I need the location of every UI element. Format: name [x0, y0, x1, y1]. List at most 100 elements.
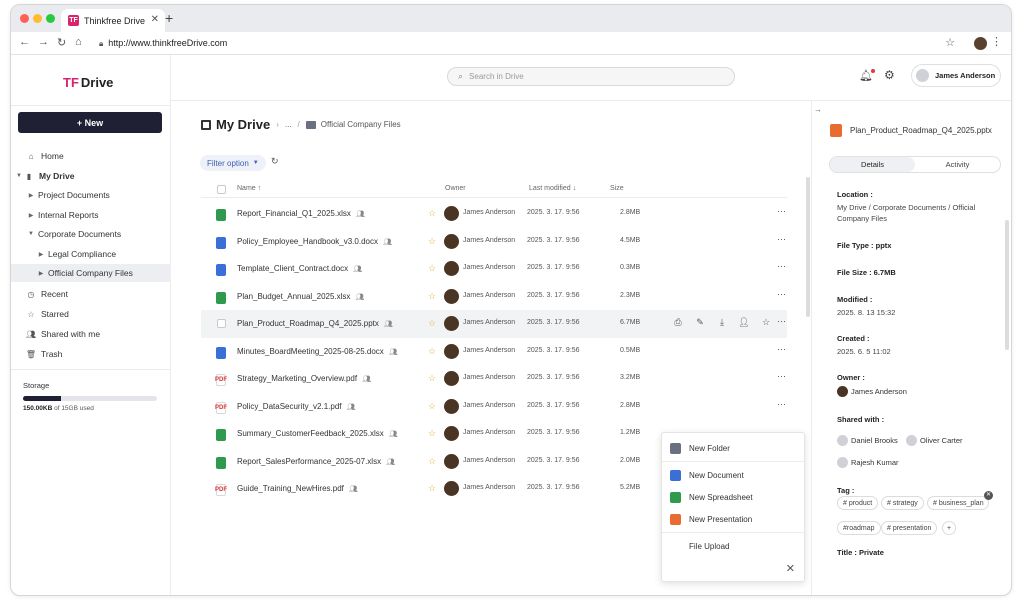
tag-chip[interactable]: # business_plan	[927, 496, 989, 510]
search-input[interactable]: ⌕ Search in Drive	[447, 67, 735, 86]
table-row[interactable]: Plan_Product_Roadmap_Q4_2025.pptx 👥︎ ☆ Jame…	[201, 310, 787, 338]
preview-icon[interactable]: ⎙	[667, 317, 689, 328]
column-name[interactable]: Name ↑	[237, 185, 261, 192]
add-tag-button[interactable]: +	[942, 521, 957, 535]
file-name[interactable]: Template_Client_Contract.docx 👥︎	[237, 264, 362, 273]
browser-profile-avatar[interactable]	[974, 37, 987, 50]
new-tab-button[interactable]: +	[165, 10, 173, 26]
file-name[interactable]: Plan_Budget_Annual_2025.xlsx 👥︎	[237, 292, 364, 301]
column-owner[interactable]: Owner	[445, 185, 466, 192]
table-row[interactable]: Policy_Employee_Handbook_v3.0.docx 👥︎ ☆ Jam…	[201, 228, 787, 256]
star-icon[interactable]: ☆	[755, 317, 777, 328]
drive-logo[interactable]: TF Drive	[63, 75, 113, 90]
star-icon[interactable]: ☆	[428, 428, 436, 439]
shared-person[interactable]: Daniel Brooks	[837, 435, 898, 446]
caret-right-icon[interactable]: ▶	[27, 212, 35, 219]
menu-item-new-folder[interactable]: New Folder	[670, 443, 730, 454]
notification-bell-icon[interactable]: 🔔︎	[859, 69, 875, 82]
caret-down-icon[interactable]: ▼	[27, 231, 35, 237]
sidebar-item-trash[interactable]: 🗑︎ Trash	[11, 345, 171, 363]
home-browser-icon[interactable]: ⌂	[75, 36, 82, 48]
menu-item-new-presentation[interactable]: New Presentation	[670, 514, 752, 525]
column-size[interactable]: Size	[610, 185, 624, 192]
close-window-button[interactable]	[20, 14, 29, 23]
star-icon[interactable]: ☆	[428, 456, 436, 467]
new-button[interactable]: + New	[18, 112, 162, 133]
more-options-icon[interactable]: ⋯	[777, 261, 786, 272]
caret-right-icon[interactable]: ▶	[37, 251, 45, 258]
reload-icon[interactable]: ↻	[57, 36, 66, 49]
file-name[interactable]: Strategy_Marketing_Overview.pdf 👥︎	[237, 374, 371, 383]
forward-icon[interactable]: →	[38, 36, 49, 48]
table-row[interactable]: Report_Financial_Q1_2025.xlsx 👥︎ ☆ James An…	[201, 200, 787, 228]
row-checkbox[interactable]	[217, 319, 226, 328]
gear-icon[interactable]: ⚙	[884, 68, 895, 82]
table-row[interactable]: Template_Client_Contract.docx 👥︎ ☆ James An…	[201, 255, 787, 283]
file-name[interactable]: Report_Financial_Q1_2025.xlsx 👥︎	[237, 209, 365, 218]
share-icon[interactable]: 👤︎	[733, 317, 755, 328]
star-icon[interactable]: ☆	[428, 346, 436, 357]
star-icon[interactable]: ☆	[428, 291, 436, 302]
sidebar-item-internal-reports[interactable]: ▶ Internal Reports	[11, 206, 171, 224]
more-options-icon[interactable]: ⋯	[777, 289, 786, 300]
sidebar-item-shared-with-me[interactable]: 👥︎ Shared with me	[11, 325, 171, 343]
sidebar-item-starred[interactable]: ☆ Starred	[11, 305, 171, 323]
tag-chip[interactable]: # product	[837, 496, 879, 510]
minimize-window-button[interactable]	[33, 14, 42, 23]
column-last-modified[interactable]: Last modified ↓	[529, 185, 576, 192]
caret-right-icon[interactable]: ▶	[37, 270, 45, 277]
browser-tab[interactable]: TF Thinkfree Drive ✕	[61, 9, 165, 32]
filter-option-button[interactable]: Filter option ▼	[200, 155, 266, 171]
sidebar-item-legal-compliance[interactable]: ▶ Legal Compliance	[11, 245, 171, 263]
menu-item-new-document[interactable]: New Document	[670, 470, 744, 481]
maximize-window-button[interactable]	[46, 14, 55, 23]
more-options-icon[interactable]: ⋯	[777, 371, 786, 382]
sidebar-item-corporate-documents[interactable]: ▼ Corporate Documents	[11, 225, 171, 243]
star-icon[interactable]: ☆	[428, 483, 436, 494]
more-options-icon[interactable]: ⋯	[777, 399, 786, 410]
caret-down-icon[interactable]: ▼	[15, 173, 23, 179]
file-list-scrollbar[interactable]	[806, 177, 810, 317]
caret-right-icon[interactable]: ▶	[27, 192, 35, 199]
menu-item-file-upload[interactable]: File Upload	[670, 542, 729, 551]
remove-tag-icon[interactable]: ✕	[984, 491, 993, 500]
user-menu[interactable]: James Anderson	[911, 64, 1001, 87]
file-name[interactable]: Guide_Training_NewHires.pdf 👥︎	[237, 484, 358, 493]
tab-details[interactable]: Details	[830, 157, 915, 172]
edit-pencil-icon[interactable]: ✎	[689, 317, 711, 328]
tag-chip[interactable]: # presentation	[881, 521, 938, 535]
table-row[interactable]: Minutes_BoardMeeting_2025-08-25.docx 👥︎ ☆ J…	[201, 338, 787, 366]
select-all-checkbox[interactable]	[217, 185, 226, 194]
file-name[interactable]: Minutes_BoardMeeting_2025-08-25.docx 👥︎	[237, 347, 398, 356]
shared-person[interactable]: Rajesh Kumar	[837, 457, 899, 468]
sidebar-item-official-company-files[interactable]: ▶ Official Company Files	[11, 264, 171, 282]
table-row[interactable]: PDF Policy_DataSecurity_v2.1.pdf 👥︎ ☆ James …	[201, 393, 787, 421]
star-icon[interactable]: ☆	[428, 401, 436, 412]
close-tab-icon[interactable]: ✕	[151, 14, 159, 25]
sidebar-item-recent[interactable]: ◷ Recent	[11, 285, 171, 303]
star-icon[interactable]: ☆	[428, 263, 436, 274]
table-row[interactable]: PDF Strategy_Marketing_Overview.pdf 👥︎ ☆ Jam…	[201, 365, 787, 393]
tag-chip[interactable]: # strategy	[881, 496, 924, 510]
sidebar-item-my-drive[interactable]: ▼ ▮ My Drive	[11, 167, 171, 185]
star-icon[interactable]: ☆	[428, 236, 436, 247]
star-icon[interactable]: ☆	[428, 208, 436, 219]
breadcrumb-ellipsis[interactable]: ...	[285, 120, 292, 129]
back-icon[interactable]: ←	[19, 36, 30, 48]
menu-item-new-spreadsheet[interactable]: New Spreadsheet	[670, 492, 753, 503]
file-name[interactable]: Policy_Employee_Handbook_v3.0.docx 👥︎	[237, 237, 392, 246]
shared-person[interactable]: Oliver Carter	[906, 435, 963, 446]
file-name[interactable]: Plan_Product_Roadmap_Q4_2025.pptx 👥︎	[237, 319, 393, 328]
more-options-icon[interactable]: ⋯	[777, 206, 786, 217]
details-scrollbar[interactable]	[1005, 220, 1009, 350]
star-icon[interactable]: ☆	[428, 318, 436, 329]
page-title[interactable]: My Drive	[216, 117, 270, 132]
breadcrumb-current[interactable]: Official Company Files	[321, 120, 401, 129]
star-icon[interactable]: ☆	[428, 373, 436, 384]
more-options-icon[interactable]: ⋯	[777, 316, 786, 327]
more-options-icon[interactable]: ⋯	[777, 234, 786, 245]
sidebar-item-home[interactable]: ⌂ Home	[11, 147, 171, 165]
close-icon[interactable]: ✕	[786, 562, 795, 575]
browser-menu-icon[interactable]: ⋮	[991, 35, 1002, 48]
url-field[interactable]: 🔒︎ http://www.thinkfreeDrive.com	[99, 35, 227, 52]
